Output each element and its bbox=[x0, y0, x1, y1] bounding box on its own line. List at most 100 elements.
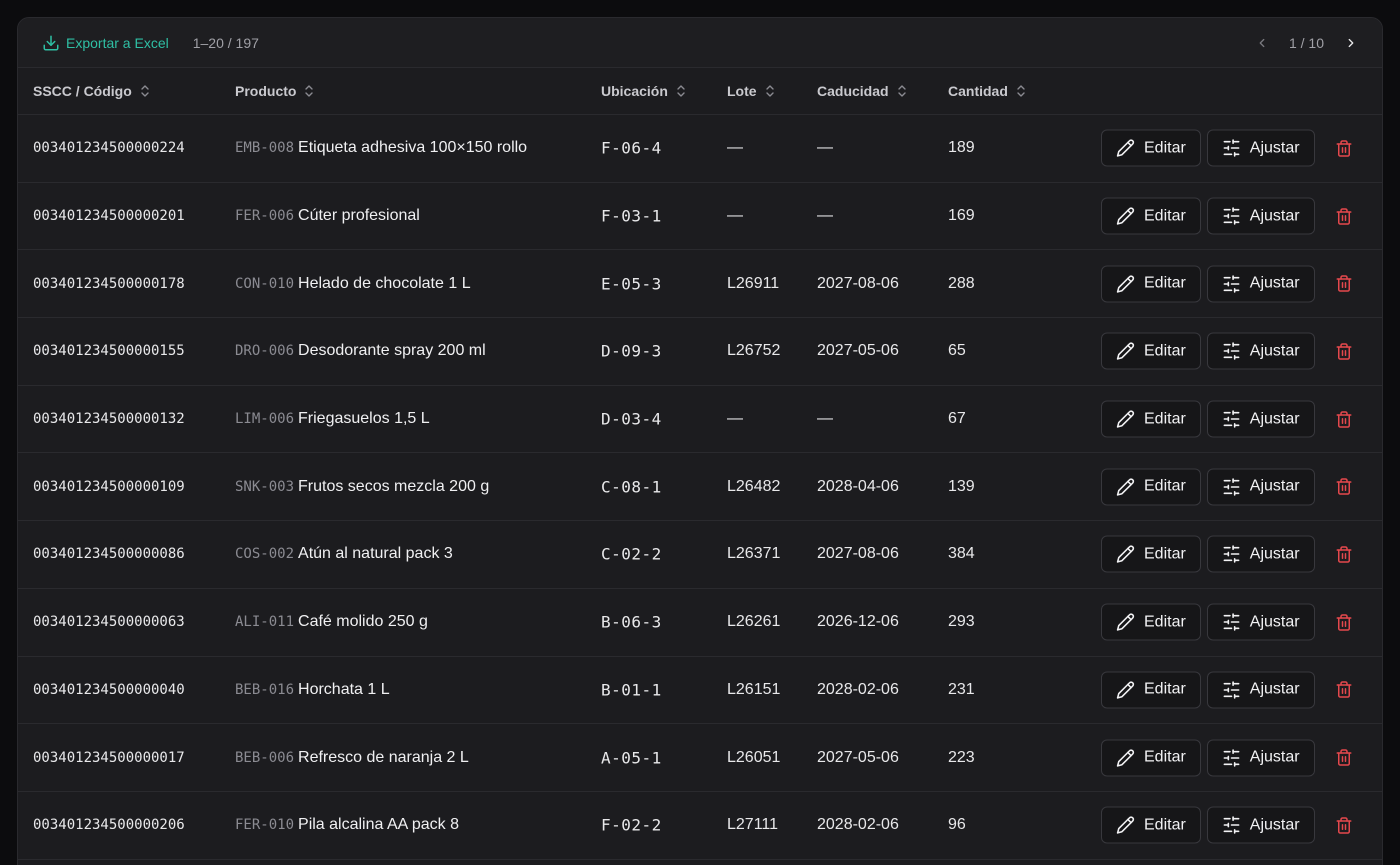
delete-button[interactable] bbox=[1335, 275, 1353, 293]
sliders-icon bbox=[1223, 342, 1240, 361]
sscc-cell: 003401234500000017 bbox=[33, 749, 185, 766]
delete-button[interactable] bbox=[1335, 207, 1353, 225]
adjust-button[interactable]: Ajustar bbox=[1206, 671, 1315, 709]
table-row: 003401234500000063 ALI-011 Café molido 25… bbox=[18, 589, 1382, 657]
lot-cell: L26051 bbox=[727, 748, 781, 766]
product-code: CON-010 bbox=[235, 275, 295, 292]
delete-button[interactable] bbox=[1335, 342, 1353, 360]
edit-button[interactable]: Editar bbox=[1101, 806, 1201, 844]
adjust-button[interactable]: Ajustar bbox=[1206, 129, 1315, 167]
header-cantidad[interactable]: Cantidad bbox=[948, 83, 1026, 99]
product-code: COS-002 bbox=[235, 546, 295, 563]
next-page-button[interactable] bbox=[1344, 36, 1358, 50]
expiry-cell: 2027-05-06 bbox=[817, 342, 899, 360]
header-lote[interactable]: Lote bbox=[727, 83, 775, 99]
table-row: 003401234500000201 FER-006 Cúter profesio… bbox=[18, 183, 1382, 251]
edit-button[interactable]: Editar bbox=[1101, 739, 1201, 777]
lot-cell: — bbox=[727, 410, 743, 428]
page-indicator: 1 / 10 bbox=[1288, 34, 1324, 51]
lot-cell: L26482 bbox=[727, 477, 781, 495]
table-row: 003401234500000040 BEB-016 Horchata 1 L B… bbox=[18, 657, 1382, 725]
delete-button[interactable] bbox=[1335, 545, 1353, 563]
adjust-button[interactable]: Ajustar bbox=[1206, 400, 1315, 438]
delete-button[interactable] bbox=[1335, 749, 1353, 767]
product-cell: CON-010 Helado de chocolate 1 L bbox=[235, 275, 471, 293]
lot-cell: L26151 bbox=[727, 680, 781, 698]
edit-label: Editar bbox=[1144, 207, 1186, 225]
adjust-button[interactable]: Ajustar bbox=[1206, 332, 1315, 370]
export-excel-button[interactable]: Exportar a Excel bbox=[42, 34, 169, 52]
edit-button[interactable]: Editar bbox=[1101, 535, 1201, 573]
quantity-cell: 384 bbox=[948, 545, 975, 563]
adjust-label: Ajustar bbox=[1249, 613, 1300, 631]
trash-icon bbox=[1336, 749, 1352, 766]
location-cell: F-03-1 bbox=[601, 206, 662, 226]
adjust-button[interactable]: Ajustar bbox=[1206, 265, 1315, 303]
quantity-cell: 293 bbox=[948, 613, 975, 631]
product-name: Cúter profesional bbox=[298, 207, 420, 225]
header-caducidad[interactable]: Caducidad bbox=[817, 83, 907, 99]
delete-button[interactable] bbox=[1335, 681, 1353, 699]
header-sscc[interactable]: SSCC / Código bbox=[33, 83, 150, 99]
adjust-button[interactable]: Ajustar bbox=[1206, 603, 1315, 641]
product-cell: DRO-006 Desodorante spray 200 ml bbox=[235, 342, 486, 360]
delete-button[interactable] bbox=[1335, 478, 1353, 496]
sort-icon bbox=[305, 85, 314, 97]
delete-button[interactable] bbox=[1335, 613, 1353, 631]
quantity-cell: 65 bbox=[948, 342, 966, 360]
edit-button[interactable]: Editar bbox=[1101, 400, 1201, 438]
sort-icon bbox=[677, 85, 685, 97]
adjust-button[interactable]: Ajustar bbox=[1206, 197, 1315, 235]
sliders-icon bbox=[1223, 613, 1240, 631]
pencil-icon bbox=[1116, 139, 1135, 158]
product-name: Friegasuelos 1,5 L bbox=[298, 410, 430, 428]
product-name: Desodorante spray 200 ml bbox=[298, 342, 486, 360]
header-cantidad-label: Cantidad bbox=[948, 83, 1008, 99]
pagination: 1 / 10 bbox=[1255, 35, 1358, 51]
product-cell: FER-010 Pila alcalina AA pack 8 bbox=[235, 816, 459, 834]
prev-page-button[interactable] bbox=[1255, 36, 1269, 50]
quantity-cell: 231 bbox=[948, 680, 975, 698]
result-range: 1–20 / 197 bbox=[192, 34, 259, 51]
header-ubicacion-label: Ubicación bbox=[601, 83, 668, 99]
edit-button[interactable]: Editar bbox=[1101, 671, 1201, 709]
table-row: 003401234500000178 CON-010 Helado de choc… bbox=[18, 250, 1382, 319]
row-actions: Editar Ajustar bbox=[1101, 332, 1353, 370]
table-body: 003401234500000224 EMB-008 Etiqueta adhes… bbox=[18, 115, 1382, 860]
adjust-button[interactable]: Ajustar bbox=[1206, 739, 1315, 777]
edit-button[interactable]: Editar bbox=[1101, 197, 1201, 235]
edit-button[interactable]: Editar bbox=[1101, 265, 1201, 303]
pencil-icon bbox=[1116, 275, 1135, 293]
product-name: Atún al natural pack 3 bbox=[298, 545, 453, 563]
delete-button[interactable] bbox=[1335, 410, 1353, 428]
export-label: Exportar a Excel bbox=[66, 34, 169, 51]
row-actions: Editar Ajustar bbox=[1101, 806, 1353, 844]
trash-icon bbox=[1336, 275, 1352, 292]
adjust-label: Ajustar bbox=[1249, 477, 1300, 495]
product-name: Frutos secos mezcla 200 g bbox=[298, 477, 490, 495]
sscc-cell: 003401234500000063 bbox=[33, 614, 185, 631]
sscc-cell: 003401234500000201 bbox=[33, 208, 185, 225]
edit-button[interactable]: Editar bbox=[1101, 603, 1201, 641]
edit-button[interactable]: Editar bbox=[1101, 129, 1201, 167]
product-cell: BEB-006 Refresco de naranja 2 L bbox=[235, 749, 469, 767]
delete-button[interactable] bbox=[1335, 816, 1353, 834]
adjust-button[interactable]: Ajustar bbox=[1206, 468, 1315, 506]
sliders-icon bbox=[1223, 207, 1240, 225]
table-row: 003401234500000132 LIM-006 Friegasuelos 1… bbox=[18, 386, 1382, 454]
delete-button[interactable] bbox=[1335, 139, 1353, 157]
header-producto[interactable]: Producto bbox=[235, 83, 314, 99]
edit-button[interactable]: Editar bbox=[1101, 468, 1201, 506]
edit-button[interactable]: Editar bbox=[1101, 332, 1201, 370]
edit-label: Editar bbox=[1144, 545, 1186, 563]
trash-icon bbox=[1336, 478, 1352, 496]
adjust-button[interactable]: Ajustar bbox=[1206, 806, 1315, 844]
product-code: DRO-006 bbox=[235, 343, 295, 360]
location-cell: B-06-3 bbox=[601, 612, 662, 632]
quantity-cell: 67 bbox=[948, 410, 966, 428]
header-ubicacion[interactable]: Ubicación bbox=[601, 83, 686, 99]
trash-icon bbox=[1336, 207, 1352, 225]
adjust-button[interactable]: Ajustar bbox=[1206, 535, 1315, 573]
expiry-cell: 2026-12-06 bbox=[817, 613, 899, 631]
pencil-icon bbox=[1116, 816, 1135, 834]
